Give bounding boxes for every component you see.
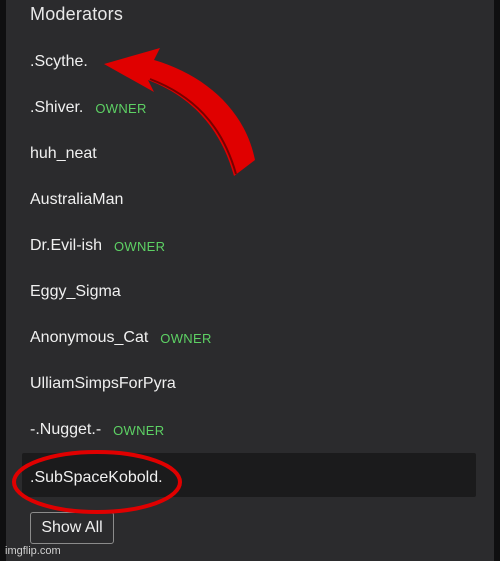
moderator-name[interactable]: huh_neat xyxy=(30,145,97,163)
owner-badge: OWNER xyxy=(114,238,166,254)
moderator-list: .Scythe. .Shiver. OWNER huh_neat Austral… xyxy=(6,0,494,561)
owner-badge: OWNER xyxy=(113,422,165,438)
owner-badge: OWNER xyxy=(160,330,212,346)
moderator-row[interactable]: -.Nugget.- OWNER xyxy=(30,418,164,442)
moderator-row[interactable]: Dr.Evil-ish OWNER xyxy=(30,234,165,258)
moderator-row[interactable]: .Scythe. xyxy=(30,50,100,74)
moderator-name[interactable]: Dr.Evil-ish xyxy=(30,237,102,255)
moderator-row[interactable]: UlliamSimpsForPyra xyxy=(30,372,188,396)
moderator-name[interactable]: .Shiver. xyxy=(30,99,83,117)
moderator-name[interactable]: UlliamSimpsForPyra xyxy=(30,375,176,393)
moderator-name[interactable]: AustraliaMan xyxy=(30,191,123,209)
moderator-row[interactable]: AustraliaMan xyxy=(30,188,135,212)
moderator-name[interactable]: .Scythe. xyxy=(30,53,88,71)
moderator-name[interactable]: Eggy_Sigma xyxy=(30,283,121,301)
moderator-row[interactable]: Anonymous_Cat OWNER xyxy=(30,326,212,350)
moderator-row[interactable]: Eggy_Sigma xyxy=(30,280,133,304)
owner-badge: OWNER xyxy=(95,100,147,116)
moderator-row[interactable]: huh_neat xyxy=(30,142,109,166)
moderator-row[interactable]: .SubSpaceKobold. xyxy=(30,466,175,490)
moderators-panel: Moderators .Scythe. .Shiver. OWNER huh_n… xyxy=(6,0,494,561)
watermark: imgflip.com xyxy=(5,545,61,557)
moderator-row[interactable]: .Shiver. OWNER xyxy=(30,96,147,120)
moderator-name[interactable]: .SubSpaceKobold. xyxy=(30,469,163,487)
moderator-name[interactable]: Anonymous_Cat xyxy=(30,329,148,347)
moderator-name[interactable]: -.Nugget.- xyxy=(30,421,101,439)
show-all-button[interactable]: Show All xyxy=(30,512,114,544)
